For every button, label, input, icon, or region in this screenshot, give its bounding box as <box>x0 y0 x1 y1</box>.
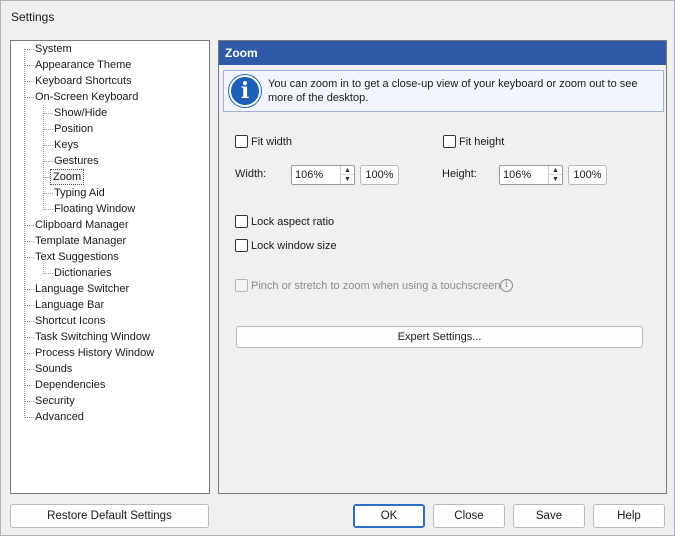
info-icon: i <box>229 75 261 107</box>
width-spinner-arrows[interactable]: ▲ ▼ <box>340 166 354 184</box>
tree-item-advanced[interactable]: Advanced <box>33 409 86 425</box>
tree-item-process-history-window[interactable]: Process History Window <box>33 345 156 361</box>
fit-height-checkbox-box[interactable] <box>443 135 456 148</box>
tree-item-gestures[interactable]: Gestures <box>52 153 101 169</box>
chevron-up-icon[interactable]: ▲ <box>341 166 354 175</box>
width-spinner[interactable]: 106% ▲ ▼ <box>291 165 355 185</box>
info-box: i You can zoom in to get a close-up view… <box>223 70 664 112</box>
tree-item-position[interactable]: Position <box>52 121 95 137</box>
tree-item-dependencies[interactable]: Dependencies <box>33 377 107 393</box>
panel-title: Zoom <box>219 41 666 65</box>
tree-item-keys[interactable]: Keys <box>52 137 80 153</box>
lock-aspect-ratio-checkbox-box[interactable] <box>235 215 248 228</box>
pinch-zoom-checkbox: Pinch or stretch to zoom when using a to… <box>235 279 500 293</box>
window-title: Settings <box>11 10 55 24</box>
tree-item-zoom[interactable]: Zoom <box>50 169 85 185</box>
info-text: You can zoom in to get a close-up view o… <box>268 78 638 104</box>
tree-item-system[interactable]: System <box>33 41 74 57</box>
tree-item-on-screen-keyboard[interactable]: On-Screen Keyboard <box>33 89 140 105</box>
fit-height-checkbox[interactable]: Fit height <box>443 135 504 149</box>
width-label: Width: <box>235 168 267 180</box>
restore-defaults-button[interactable]: Restore Default Settings <box>10 504 209 528</box>
width-reset-button[interactable]: 100% <box>360 165 399 185</box>
tree-item-appearance-theme[interactable]: Appearance Theme <box>33 57 133 73</box>
height-reset-button[interactable]: 100% <box>568 165 607 185</box>
tree-item-template-manager[interactable]: Template Manager <box>33 233 128 249</box>
help-circle-icon[interactable]: i <box>500 279 513 292</box>
tree-connector <box>24 49 25 418</box>
tree-item-text-suggestions[interactable]: Text Suggestions <box>33 249 121 265</box>
lock-window-size-label: Lock window size <box>251 240 337 252</box>
fit-width-checkbox-box[interactable] <box>235 135 248 148</box>
fit-height-label: Fit height <box>459 136 505 148</box>
chevron-down-icon[interactable]: ▼ <box>549 175 562 184</box>
height-spinner[interactable]: 106% ▲ ▼ <box>499 165 563 185</box>
chevron-up-icon[interactable]: ▲ <box>549 166 562 175</box>
lock-window-size-checkbox[interactable]: Lock window size <box>235 239 337 253</box>
zoom-panel: Zoom i You can zoom in to get a close-up… <box>218 40 667 494</box>
tree-item-show-hide[interactable]: Show/Hide <box>52 105 109 121</box>
save-button[interactable]: Save <box>513 504 585 528</box>
expert-settings-button[interactable]: Expert Settings... <box>236 326 643 348</box>
tree-item-clipboard-manager[interactable]: Clipboard Manager <box>33 217 131 233</box>
tree-item-language-switcher[interactable]: Language Switcher <box>33 281 131 297</box>
height-value[interactable]: 106% <box>503 166 531 184</box>
width-value[interactable]: 106% <box>295 166 323 184</box>
tree-item-typing-aid[interactable]: Typing Aid <box>52 185 107 201</box>
pinch-zoom-label: Pinch or stretch to zoom when using a to… <box>251 280 501 292</box>
tree-item-sounds[interactable]: Sounds <box>33 361 74 377</box>
tree-item-security[interactable]: Security <box>33 393 77 409</box>
chevron-down-icon[interactable]: ▼ <box>341 175 354 184</box>
tree-item-floating-window[interactable]: Floating Window <box>52 201 137 217</box>
close-button[interactable]: Close <box>433 504 505 528</box>
settings-tree[interactable]: System Appearance Theme Keyboard Shortcu… <box>10 40 210 494</box>
settings-window: Settings System Appearance Theme Keyboar… <box>0 0 675 536</box>
tree-item-task-switching-window[interactable]: Task Switching Window <box>33 329 152 345</box>
fit-width-label: Fit width <box>251 136 292 148</box>
lock-aspect-ratio-label: Lock aspect ratio <box>251 216 335 228</box>
height-spinner-arrows[interactable]: ▲ ▼ <box>548 166 562 184</box>
fit-width-checkbox[interactable]: Fit width <box>235 135 292 149</box>
help-button[interactable]: Help <box>593 504 665 528</box>
pinch-zoom-checkbox-box <box>235 279 248 292</box>
tree-item-keyboard-shortcuts[interactable]: Keyboard Shortcuts <box>33 73 134 89</box>
tree-item-shortcut-icons[interactable]: Shortcut Icons <box>33 313 107 329</box>
ok-button[interactable]: OK <box>353 504 425 528</box>
tree-item-language-bar[interactable]: Language Bar <box>33 297 106 313</box>
height-label: Height: <box>442 168 477 180</box>
tree-item-dictionaries[interactable]: Dictionaries <box>52 265 113 281</box>
lock-window-size-checkbox-box[interactable] <box>235 239 248 252</box>
tree-connector <box>43 105 44 210</box>
lock-aspect-ratio-checkbox[interactable]: Lock aspect ratio <box>235 215 334 229</box>
